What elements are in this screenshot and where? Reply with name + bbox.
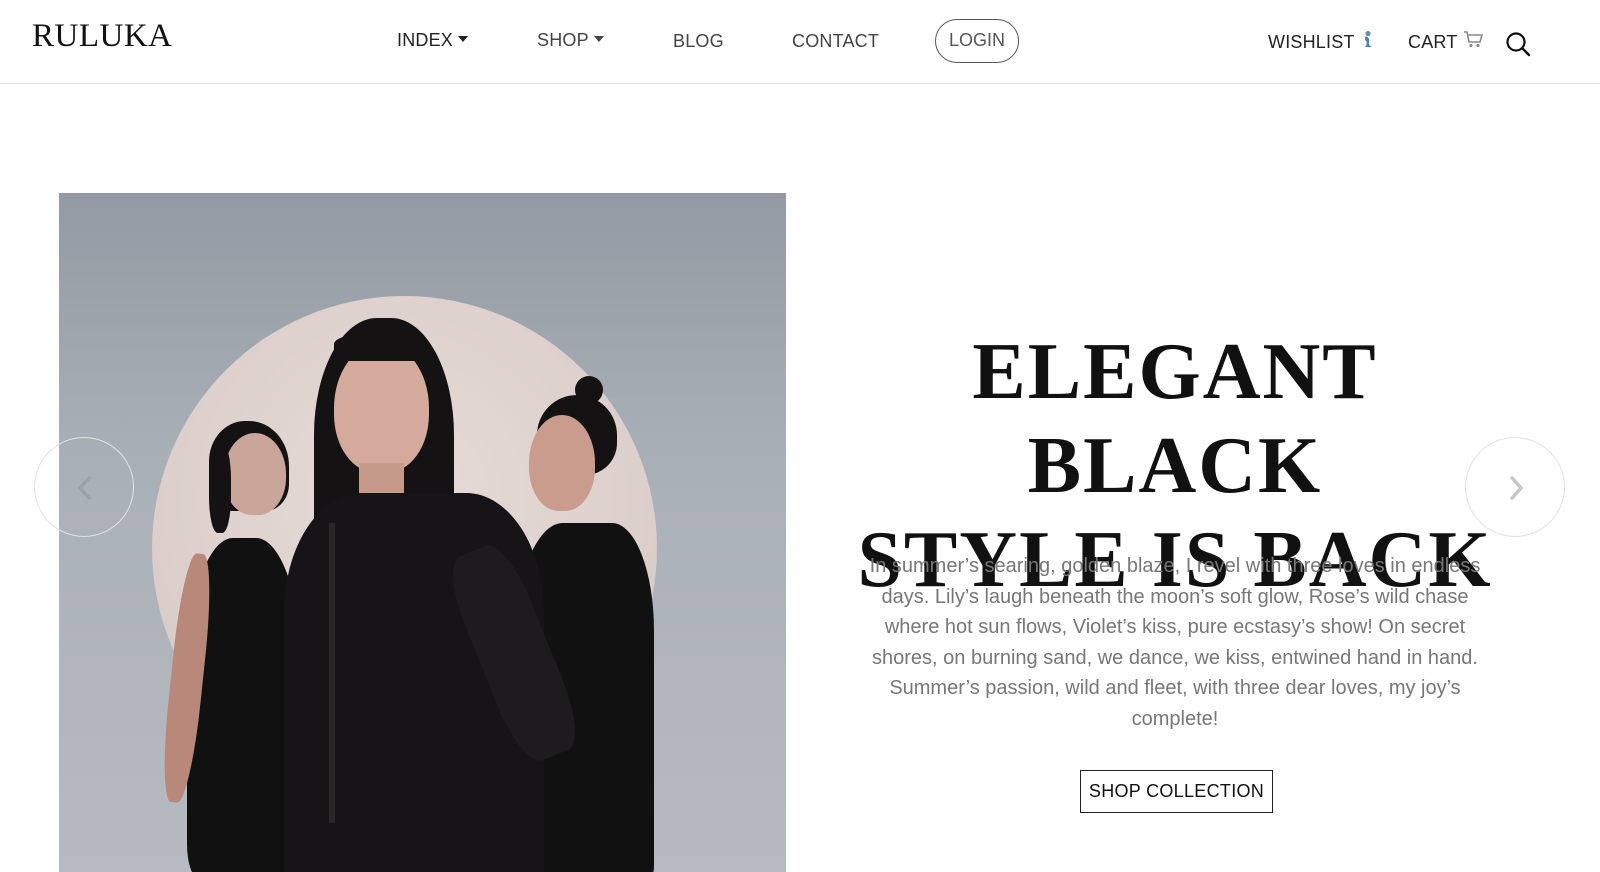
- mermaid-icon: [1361, 30, 1375, 52]
- chevron-left-icon: [78, 476, 91, 500]
- hero-description: In summer’s searing, golden blaze, I rev…: [869, 555, 1481, 730]
- wishlist-link[interactable]: WISHLIST: [1268, 30, 1375, 53]
- hero-headline-line-1: ELEGANT BLACK: [972, 328, 1378, 510]
- cart-icon: [1463, 30, 1484, 52]
- nav-item-label: SHOP: [537, 30, 589, 50]
- shop-collection-button[interactable]: SHOP COLLECTION: [1080, 770, 1273, 813]
- caret-down-icon: [458, 36, 469, 43]
- carousel-prev-button[interactable]: [34, 437, 134, 537]
- wishlist-label: WISHLIST: [1268, 32, 1355, 52]
- nav-item-label: BLOG: [673, 31, 724, 51]
- nav-item-label: CONTACT: [792, 31, 880, 51]
- nav-item-blog[interactable]: BLOG: [673, 31, 724, 52]
- nav-item-shop[interactable]: SHOP: [537, 30, 604, 51]
- brand-logo[interactable]: RULUKA: [32, 18, 173, 55]
- cart-label: CART: [1408, 32, 1458, 52]
- search-icon[interactable]: [1505, 31, 1531, 57]
- nav-item-index[interactable]: INDEX: [397, 30, 469, 51]
- site-header: RULUKA INDEX SHOP BLOG CONTACT LOGIN WIS…: [0, 0, 1600, 84]
- hero-image: [59, 193, 786, 872]
- nav-item-label: INDEX: [397, 30, 454, 50]
- caret-down-icon: [593, 36, 604, 43]
- cart-link[interactable]: CART: [1408, 30, 1484, 53]
- nav-item-contact[interactable]: CONTACT: [792, 31, 879, 52]
- login-button[interactable]: LOGIN: [935, 19, 1019, 63]
